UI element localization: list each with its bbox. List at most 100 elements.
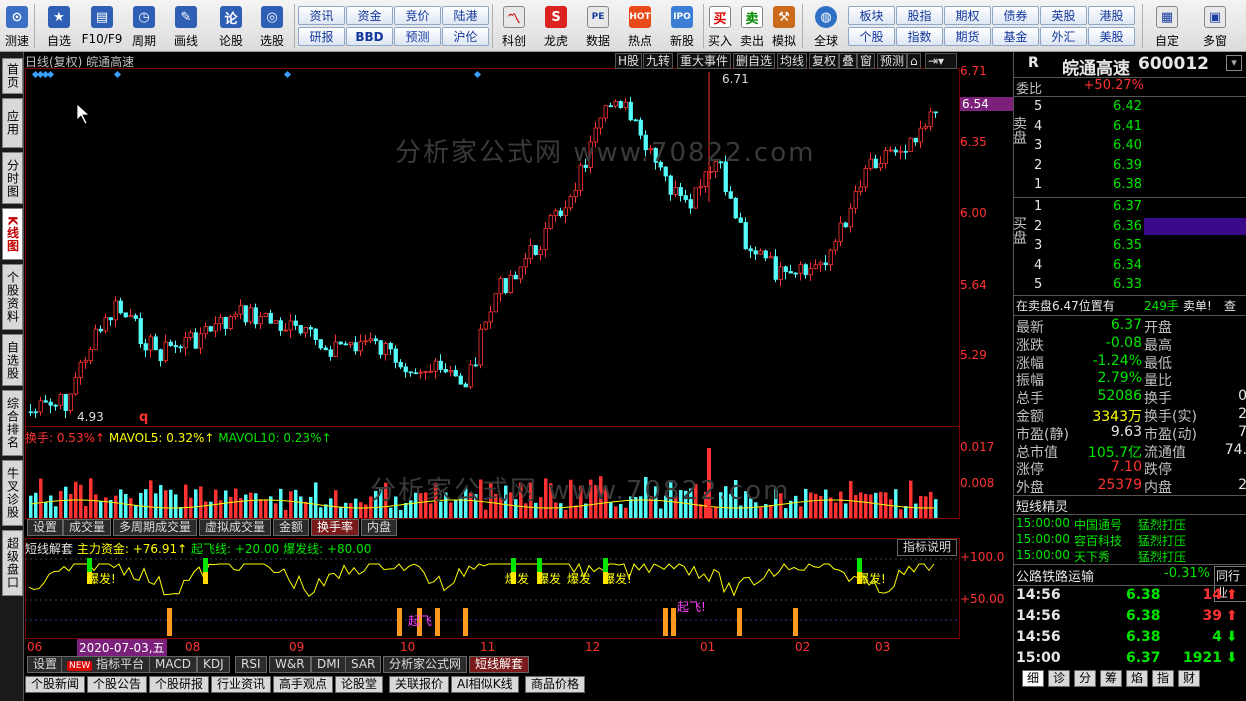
draw-line-button[interactable]: ✎ 画线 <box>168 2 204 50</box>
news-tab-announcements[interactable]: 个股公告 <box>87 676 148 693</box>
bid-level-row[interactable]: 1 6.37 <box>1014 199 1246 217</box>
pill-us-stocks[interactable]: 美股 <box>1088 27 1135 46</box>
spirit-row[interactable]: 15:00:00 天下秀 猛烈打压 <box>1014 548 1246 564</box>
tab-kline[interactable]: K线图 <box>2 208 23 260</box>
btn-hshare[interactable]: H股 <box>615 53 643 69</box>
data-button[interactable]: PE 数据 <box>580 2 616 50</box>
indicator-help-button[interactable]: 指标说明 <box>897 539 958 556</box>
ask-level-row[interactable]: 3 6.40 <box>1014 138 1246 156</box>
subtab-amount[interactable]: 金额 <box>273 519 310 536</box>
pill-hk-connect[interactable]: 陆港 <box>442 6 489 25</box>
btab-settings[interactable]: 设置 <box>27 656 64 673</box>
pill-options[interactable]: 期权 <box>944 6 991 25</box>
bid-level-row[interactable]: 5 6.33 <box>1014 277 1246 295</box>
tab-diagnosis[interactable]: 牛叉诊股 <box>2 460 23 526</box>
btab-indicator-platform[interactable]: NEW 指标平台 <box>61 656 151 673</box>
news-tab-stock-news[interactable]: 个股新闻 <box>25 676 86 693</box>
dropdown-arrow-icon[interactable]: ▾ <box>1226 55 1242 71</box>
right-tab[interactable]: 细 <box>1022 670 1045 687</box>
subtab-turnover[interactable]: 换手率 <box>311 519 360 536</box>
speed-test-button[interactable]: ⊙ 测速 <box>2 2 32 50</box>
pill-auction[interactable]: 竞价 <box>394 6 441 25</box>
pill-shanghai-london[interactable]: 沪伦 <box>442 27 489 46</box>
subtab-multi-volume[interactable]: 多周期成交量 <box>113 519 198 536</box>
btab-wr[interactable]: W&R <box>269 656 311 673</box>
pill-forecast[interactable]: 预测 <box>394 27 441 46</box>
btab-rsi[interactable]: RSI <box>235 656 267 673</box>
global-button[interactable]: ◍ 全球 <box>808 2 844 50</box>
custom-button[interactable]: ▦ 自定 <box>1148 2 1186 50</box>
news-tab-commodity[interactable]: 商品价格 <box>525 676 586 693</box>
pill-uk-stocks[interactable]: 英股 <box>1040 6 1087 25</box>
multiwindow-button[interactable]: ▣ 多窗 <box>1196 2 1234 50</box>
watchlist-button[interactable]: ★ 自选 <box>42 2 76 50</box>
event-marker[interactable]: q <box>139 410 148 425</box>
btab-formula-site[interactable]: 分析家公式网 <box>383 656 468 673</box>
pill-stocks[interactable]: 个股 <box>848 27 895 46</box>
dragon-tiger-button[interactable]: S 龙虎 <box>538 2 574 50</box>
subtab-virtual-volume[interactable]: 虚拟成交量 <box>199 519 272 536</box>
bid-level-row[interactable]: 4 6.34 <box>1014 258 1246 276</box>
btn-ma[interactable]: 均线 <box>777 53 808 69</box>
lock-icon[interactable]: ⌂ <box>907 53 921 69</box>
kechuang-button[interactable]: 〽 科创 <box>496 2 532 50</box>
tab-ranking[interactable]: 综合排名 <box>2 390 23 456</box>
btn-overlay[interactable]: 叠 <box>839 53 858 69</box>
buy-button[interactable]: 买 买入 <box>706 2 734 50</box>
btab-dmi[interactable]: DMI <box>311 656 347 673</box>
btab-sar[interactable]: SAR <box>345 656 382 673</box>
pill-hk-stocks[interactable]: 港股 <box>1088 6 1135 25</box>
event-diamond-icon[interactable] <box>46 70 55 79</box>
spirit-row[interactable]: 15:00:00 中国通号 猛烈打压 <box>1014 516 1246 532</box>
discuss-button[interactable]: 论 论股 <box>214 2 248 50</box>
pill-funds2[interactable]: 基金 <box>992 27 1039 46</box>
news-tab-research[interactable]: 个股研报 <box>149 676 210 693</box>
tab-intraday[interactable]: 分时图 <box>2 152 23 204</box>
btn-nine-turn[interactable]: 九转 <box>643 53 674 69</box>
news-tab-related[interactable]: 关联报价 <box>389 676 450 693</box>
event-diamond-icon[interactable] <box>113 70 122 79</box>
pill-sector[interactable]: 板块 <box>848 6 895 25</box>
kline-chart-panel[interactable]: 日线(复权) 皖通高速 H股 九转 重大事件 删自选 均线 复权 叠 窗 预测 … <box>25 52 1013 656</box>
bid-level-row[interactable]: 3 6.35 <box>1014 238 1246 256</box>
pill-funds[interactable]: 资金 <box>346 6 393 25</box>
ipo-button[interactable]: IPO 新股 <box>664 2 700 50</box>
tab-watchlist[interactable]: 自选股 <box>2 334 23 386</box>
btab-macd[interactable]: MACD <box>149 656 197 673</box>
event-diamond-icon[interactable] <box>473 70 482 79</box>
subtab-inner[interactable]: 内盘 <box>361 519 398 536</box>
tab-home[interactable]: 首页 <box>2 58 23 94</box>
btn-predict[interactable]: 预测 <box>877 53 908 69</box>
news-tab-ai-kline[interactable]: AI相似K线 <box>451 676 519 693</box>
pill-forex[interactable]: 外汇 <box>1040 27 1087 46</box>
stock-select-button[interactable]: ◎ 选股 <box>254 2 290 50</box>
event-diamond-icon[interactable] <box>283 70 292 79</box>
simulate-button[interactable]: ⚒ 模拟 <box>770 2 798 50</box>
period-button[interactable]: ◷ 周期 <box>126 2 162 50</box>
news-tab-industry[interactable]: 行业资讯 <box>211 676 272 693</box>
right-tab[interactable]: 指 <box>1152 670 1175 687</box>
right-tab[interactable]: 筹 <box>1100 670 1123 687</box>
ask-level-row[interactable]: 1 6.38 <box>1014 177 1246 195</box>
news-tab-experts[interactable]: 高手观点 <box>273 676 334 693</box>
pill-index[interactable]: 指数 <box>896 27 943 46</box>
pill-bonds[interactable]: 债券 <box>992 6 1039 25</box>
right-tab[interactable]: 分 <box>1074 670 1097 687</box>
right-tab[interactable]: 焰 <box>1126 670 1149 687</box>
sell-button[interactable]: 卖 卖出 <box>738 2 766 50</box>
tab-apps[interactable]: 应用 <box>2 98 23 148</box>
sector-row[interactable]: 公路铁路运输 -0.31% 同行业 <box>1014 566 1246 602</box>
tab-super-quote[interactable]: 超级盘口 <box>2 530 23 596</box>
right-tab[interactable]: 财 <box>1178 670 1201 687</box>
subtab-volume[interactable]: 成交量 <box>63 519 112 536</box>
right-tab[interactable]: 诊 <box>1048 670 1071 687</box>
pill-stock-index[interactable]: 股指 <box>896 6 943 25</box>
tab-stock-info[interactable]: 个股资料 <box>2 264 23 330</box>
expand-icon[interactable]: ⇥▾ <box>925 53 957 69</box>
spirit-row[interactable]: 15:00:00 容百科技 猛烈打压 <box>1014 532 1246 548</box>
news-tab-forum[interactable]: 论股堂 <box>335 676 384 693</box>
subtab-settings[interactable]: 设置 <box>27 519 64 536</box>
pill-news[interactable]: 资讯 <box>298 6 345 25</box>
ask-level-row[interactable]: 5 6.42 <box>1014 99 1246 117</box>
pill-futures[interactable]: 期货 <box>944 27 991 46</box>
